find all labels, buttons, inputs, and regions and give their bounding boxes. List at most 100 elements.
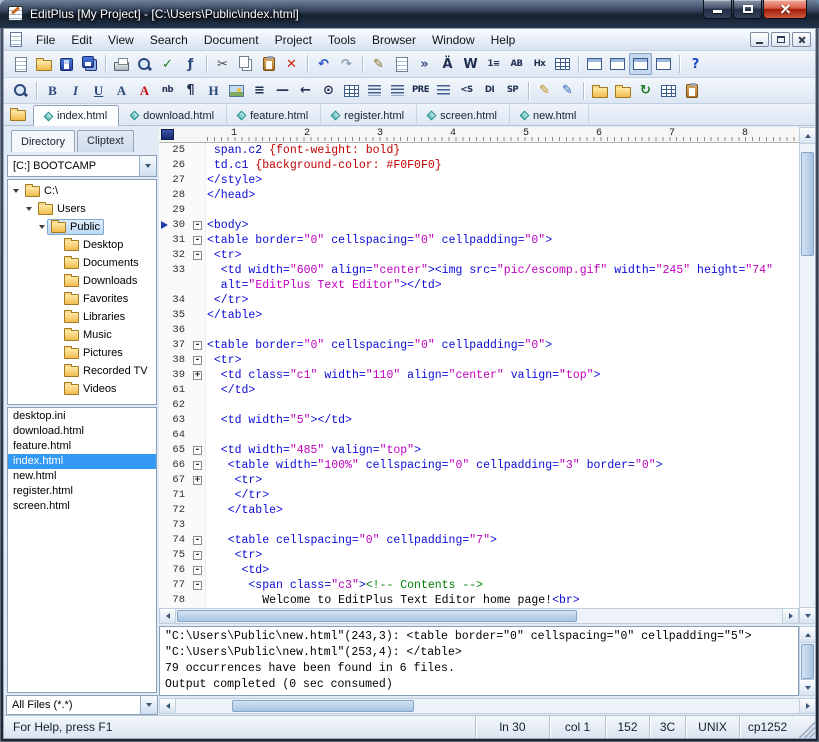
tree-item-favorites[interactable]: Favorites — [8, 290, 156, 308]
editplus-app-icon[interactable] — [8, 6, 23, 21]
tree-item-libraries[interactable]: Libraries — [8, 308, 156, 326]
table-wizard-button[interactable] — [657, 80, 680, 102]
tree-item-downloads[interactable]: Downloads — [8, 272, 156, 290]
file-item-new-html[interactable]: new.html — [8, 469, 156, 484]
scroll-up-button[interactable] — [800, 128, 815, 144]
insert-image-button[interactable] — [225, 80, 248, 102]
output-scroll-left-button[interactable] — [160, 699, 176, 713]
directory-tree[interactable]: C:\UsersPublicDesktopDocumentsDownloadsF… — [7, 179, 157, 405]
edit-cliptext-button[interactable]: ✎ — [533, 80, 556, 102]
non-breaking-space-button[interactable]: nb — [156, 80, 179, 102]
context-help-button[interactable]: ? — [684, 53, 707, 75]
tab-download-html[interactable]: download.html — [119, 105, 226, 125]
document-menu-icon[interactable] — [10, 32, 22, 47]
output-window[interactable]: "C:\Users\Public\new.html"(243,3): <tabl… — [159, 626, 799, 696]
output-scroll-down-button[interactable] — [800, 679, 815, 695]
charset-button[interactable]: Ä — [436, 53, 459, 75]
refresh-browser-button[interactable]: ↻ — [634, 80, 657, 102]
menu-edit[interactable]: Edit — [63, 30, 100, 50]
span-tag-button[interactable]: SP — [501, 80, 524, 102]
tree-item-videos[interactable]: Videos — [8, 380, 156, 398]
fold-toggle-collapse-icon[interactable]: - — [193, 551, 202, 560]
filter-dropdown-button[interactable] — [140, 696, 157, 714]
menu-browser[interactable]: Browser — [364, 30, 424, 50]
menu-tools[interactable]: Tools — [320, 30, 364, 50]
sync-folder-button[interactable] — [588, 80, 611, 102]
undo-button[interactable]: ↶ — [312, 53, 335, 75]
title-bar[interactable]: EditPlus [My Project] - [C:\Users\Public… — [0, 0, 819, 28]
italic-button[interactable]: I — [64, 80, 87, 102]
special-character-button[interactable]: ⊙ — [317, 80, 340, 102]
output-scroll-up-button[interactable] — [800, 627, 815, 643]
output-scroll-right-button[interactable] — [799, 699, 815, 713]
menu-help[interactable]: Help — [483, 30, 524, 50]
delete-button[interactable]: ✕ — [280, 53, 303, 75]
expand-arrow-icon[interactable] — [10, 189, 21, 193]
cliptext-insert-button[interactable] — [390, 53, 413, 75]
clip-window-button[interactable] — [680, 80, 703, 102]
align-center-button[interactable] — [386, 80, 409, 102]
file-item-download-html[interactable]: download.html — [8, 424, 156, 439]
spell-check-button[interactable]: ✓ — [156, 53, 179, 75]
close-button[interactable] — [763, 0, 807, 19]
output-hscroll-thumb[interactable] — [232, 700, 414, 712]
mdi-close-button[interactable] — [792, 32, 811, 47]
drive-dropdown-button[interactable] — [139, 156, 156, 176]
bold-button[interactable]: B — [41, 80, 64, 102]
tab-screen-html[interactable]: screen.html — [416, 105, 509, 125]
fold-toggle-collapse-icon[interactable]: - — [193, 461, 202, 470]
paragraph-button[interactable]: ¶ — [179, 80, 202, 102]
output-line-4[interactable]: Output completed (0 sec consumed) — [165, 677, 793, 693]
tree-item-documents[interactable]: Documents — [8, 254, 156, 272]
font-color-button[interactable]: A — [133, 80, 156, 102]
menu-window[interactable]: Window — [424, 30, 483, 50]
fold-toggle-collapse-icon[interactable]: - — [193, 341, 202, 350]
resize-grip[interactable] — [795, 716, 815, 738]
output-line-3[interactable]: 79 occurrences have been found in 6 file… — [165, 661, 793, 677]
tab-index-html[interactable]: index.html — [33, 105, 119, 126]
horizontal-rule-button[interactable]: ≡ — [248, 80, 271, 102]
fold-toggle-collapse-icon[interactable]: - — [193, 446, 202, 455]
editor[interactable]: 25 span.c2 {font-weight: bold}26 td.c1 {… — [159, 143, 799, 608]
tab-new-html[interactable]: new.html — [509, 105, 588, 125]
sidebar-tab-directory[interactable]: Directory — [11, 130, 75, 152]
new-document-button[interactable] — [9, 53, 32, 75]
fold-toggle-expand-icon[interactable]: + — [193, 371, 202, 380]
editor-vertical-scrollbar[interactable] — [799, 127, 816, 624]
function-list-button[interactable]: ƒ — [179, 53, 202, 75]
line-numbers-button[interactable]: 1≡ — [482, 53, 505, 75]
output-line-2[interactable]: "C:\Users\Public\new.html"(253,4): </tab… — [165, 645, 793, 661]
fold-toggle-collapse-icon[interactable]: - — [193, 221, 202, 230]
fold-toggle-collapse-icon[interactable]: - — [193, 356, 202, 365]
hex-viewer-button[interactable]: Hx — [528, 53, 551, 75]
strikethrough-tag-button[interactable]: <S — [455, 80, 478, 102]
print-preview-button[interactable] — [133, 53, 156, 75]
cut-button[interactable]: ✂ — [211, 53, 234, 75]
togg-le-sidebar-button[interactable] — [652, 53, 675, 75]
tree-item-c[interactable]: C:\ — [8, 182, 156, 200]
sidebar-tab-cliptext[interactable]: Cliptext — [77, 130, 134, 152]
underline-button[interactable]: U — [87, 80, 110, 102]
menu-file[interactable]: File — [28, 30, 63, 50]
indent-button[interactable]: » — [413, 53, 436, 75]
scroll-down-button[interactable] — [800, 607, 815, 623]
file-item-index-html[interactable]: index.html — [8, 454, 156, 469]
line-break-button[interactable]: — — [271, 80, 294, 102]
tree-item-users[interactable]: Users — [8, 200, 156, 218]
div-tag-button[interactable]: DI — [478, 80, 501, 102]
tree-item-recorded-tv[interactable]: Recorded TV — [8, 362, 156, 380]
preformatted-button[interactable]: PRE — [409, 80, 432, 102]
open-file-button[interactable] — [32, 53, 55, 75]
minimize-button[interactable] — [703, 0, 732, 19]
print-button[interactable] — [110, 53, 133, 75]
tree-item-public[interactable]: Public — [8, 218, 156, 236]
insert-table-button[interactable] — [340, 80, 363, 102]
expand-arrow-icon[interactable] — [36, 225, 47, 229]
save-button[interactable] — [55, 53, 78, 75]
output-horizontal-scrollbar[interactable] — [159, 698, 816, 714]
fold-toggle-collapse-icon[interactable]: - — [193, 236, 202, 245]
fold-toggle-collapse-icon[interactable]: - — [193, 536, 202, 545]
pen-tool-button[interactable]: ✎ — [367, 53, 390, 75]
redo-button[interactable]: ↷ — [335, 53, 358, 75]
file-list[interactable]: desktop.inidownload.htmlfeature.htmlinde… — [7, 407, 157, 693]
